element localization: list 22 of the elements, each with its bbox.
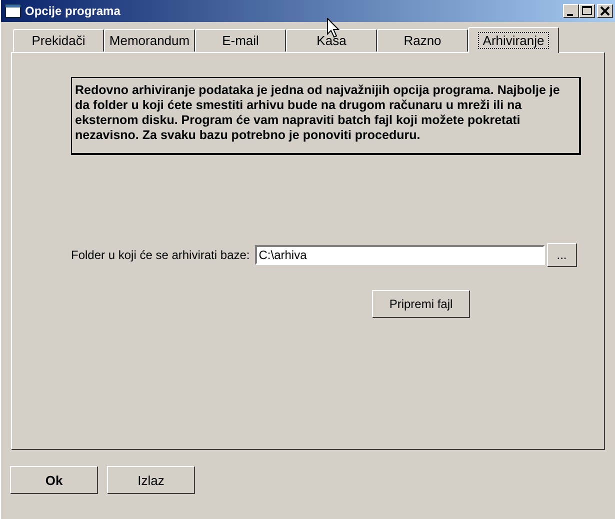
folder-label: Folder u koji će se arhivirati baze: xyxy=(71,248,250,262)
maximize-button[interactable] xyxy=(579,4,595,18)
dialog-button[interactable]: Izlaz xyxy=(107,466,195,494)
prepare-file-button[interactable]: Pripremi fajl xyxy=(372,290,470,318)
close-icon xyxy=(600,6,610,16)
tab[interactable]: Razno xyxy=(377,29,468,52)
minimize-button[interactable] xyxy=(563,4,579,18)
folder-field[interactable]: C:\arhiva xyxy=(254,245,545,265)
browse-button[interactable]: ... xyxy=(546,243,577,267)
window-icon xyxy=(5,4,21,18)
tab[interactable]: Arhiviranje xyxy=(468,27,559,53)
maximize-icon xyxy=(582,6,592,16)
window-title: Opcije programa xyxy=(25,4,122,18)
dialog-button[interactable]: Ok xyxy=(10,466,98,494)
tab[interactable]: Memorandum xyxy=(104,29,195,52)
tab[interactable]: Prekidači xyxy=(13,29,104,52)
close-button[interactable] xyxy=(597,4,613,18)
tab[interactable]: E-mail xyxy=(195,29,286,52)
tab[interactable]: Kasa xyxy=(286,29,377,52)
minimize-icon xyxy=(567,14,573,16)
info-text: Redovno arhiviranje podataka je jedna od najvažnijih opcija programa. Najbolje je da folder u koji ćete smestiti arhivu bude na drugom računaru u mreži ili na eksternom disku. Program će vam napraviti batch fajl koji možete pokretati nezavisno. Za svaku bazu potrebno je ponoviti proceduru. xyxy=(71,77,581,155)
mouse-cursor-icon xyxy=(327,18,340,38)
